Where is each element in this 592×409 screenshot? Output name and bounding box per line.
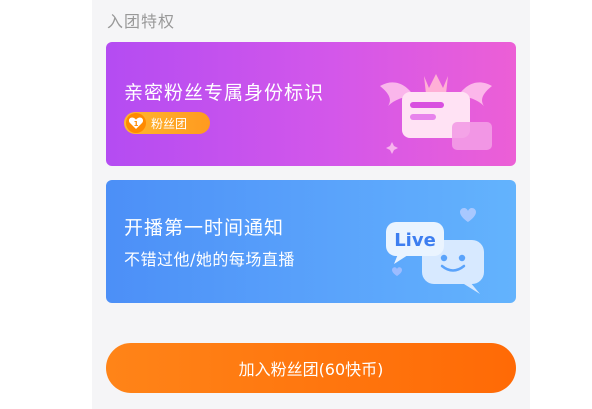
join-fan-club-button[interactable]: 加入粉丝团(60快币) <box>106 343 516 393</box>
privilege-card-identity: 亲密粉丝专属身份标识 1 粉丝团 <box>106 42 516 166</box>
badge-level: 1 <box>134 120 139 128</box>
privilege-title-identity: 亲密粉丝专属身份标识 <box>124 82 325 104</box>
live-chat-bubble-icon: Live <box>386 208 484 294</box>
privilege-subtitle-notify: 不错过他/她的每场直播 <box>124 250 295 269</box>
winged-nameplate-crown-icon <box>380 74 492 154</box>
section-title: 入团特权 <box>107 12 176 31</box>
privilege-card-notify: 开播第一时间通知 不错过他/她的每场直播 Live <box>106 180 516 303</box>
badge-label: 粉丝团 <box>151 116 188 131</box>
live-text: Live <box>394 230 436 251</box>
fan-club-badge: 1 粉丝团 <box>124 112 210 134</box>
privilege-title-notify: 开播第一时间通知 <box>124 217 285 239</box>
heart-level-badge-icon: 1 <box>126 113 146 133</box>
